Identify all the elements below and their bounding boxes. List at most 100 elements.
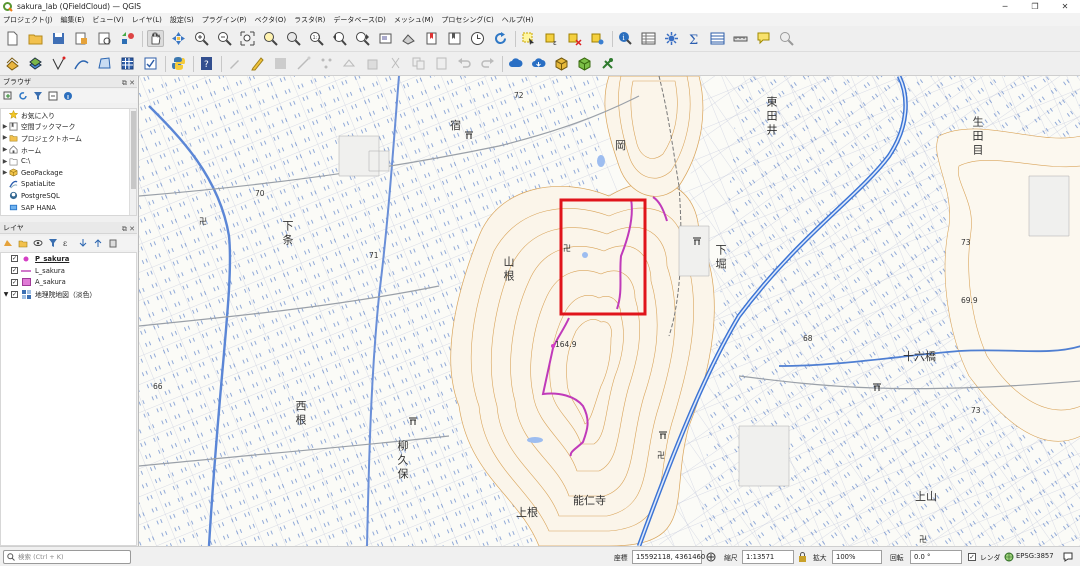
layer-item-gsi-pale-map[interactable]: ▼ ✓ 地理院地図（淡色） (1, 288, 136, 300)
style-manager-icon[interactable] (119, 30, 136, 47)
show-bookmarks-icon[interactable] (446, 30, 463, 47)
browser-refresh-icon[interactable] (18, 91, 28, 101)
toggle-extents-icon[interactable] (706, 552, 716, 562)
zoom-to-selection-icon[interactable] (262, 30, 279, 47)
zoom-native-icon[interactable]: 1:1 (308, 30, 325, 47)
close-button[interactable]: ✕ (1050, 0, 1080, 13)
toggle-editing-icon[interactable] (249, 55, 266, 72)
filter-icon[interactable] (33, 91, 43, 101)
menu-plugins[interactable]: プラグイン(P) (202, 15, 247, 25)
edits-icon[interactable] (226, 55, 243, 72)
new-bookmark-icon[interactable] (423, 30, 440, 47)
collapse-all-icon[interactable] (48, 91, 58, 101)
qfieldsync-cloud-icon[interactable] (507, 55, 524, 72)
paste-features-icon[interactable] (433, 55, 450, 72)
digitize-grid-icon[interactable] (119, 55, 136, 72)
pan-to-selection-icon[interactable] (170, 30, 187, 47)
collapse-all-icon[interactable] (93, 238, 103, 248)
locator-search-input[interactable]: 検索 (Ctrl + K) (3, 550, 131, 564)
browser-item-c-drive[interactable]: ▶ C:\ (1, 155, 136, 167)
zoom-next-icon[interactable] (354, 30, 371, 47)
digitize-polygon-icon[interactable] (96, 55, 113, 72)
zoom-in-icon[interactable] (193, 30, 210, 47)
add-layers-icon[interactable] (3, 91, 13, 101)
menu-view[interactable]: ビュー(V) (92, 15, 123, 25)
add-vector-layer-icon[interactable] (4, 55, 21, 72)
menu-edit[interactable]: 編集(E) (61, 15, 85, 25)
zoom-to-layer-icon[interactable] (285, 30, 302, 47)
zoom-last-icon[interactable] (331, 30, 348, 47)
render-checkbox[interactable]: ✓ (968, 553, 976, 561)
open-field-calculator-icon[interactable] (709, 30, 726, 47)
maximize-button[interactable]: ❐ (1020, 0, 1050, 13)
menu-raster[interactable]: ラスタ(R) (294, 15, 325, 25)
lock-scale-icon[interactable] (798, 552, 807, 562)
new-project-icon[interactable] (4, 30, 21, 47)
layout-manager-icon[interactable] (96, 30, 113, 47)
vertex-tool-icon[interactable] (318, 55, 335, 72)
new-3d-view-icon[interactable] (400, 30, 417, 47)
temporal-controller-icon[interactable] (469, 30, 486, 47)
open-project-icon[interactable] (27, 30, 44, 47)
browser-item-project-home[interactable]: ▶ プロジェクトホーム (1, 132, 136, 144)
move-feature-icon[interactable] (341, 55, 358, 72)
toolbox-icon[interactable] (663, 30, 680, 47)
rotation-field[interactable]: 0.0 ° (910, 550, 962, 564)
undo-icon[interactable] (456, 55, 473, 72)
expand-arrow-icon[interactable]: ▶ (1, 134, 9, 141)
pan-map-icon[interactable] (147, 30, 164, 47)
magnifier-field[interactable]: 100% (832, 550, 882, 564)
menu-help[interactable]: ヘルプ(H) (502, 15, 534, 25)
filter-legend-icon[interactable] (48, 238, 58, 248)
add-group-icon[interactable] (18, 238, 28, 248)
panel-float-close-buttons[interactable]: ⧉ ✕ (122, 77, 135, 89)
browser-item-spatial-bookmarks[interactable]: ▶ 空間ブックマーク (1, 121, 136, 133)
project-configuration-icon[interactable] (599, 55, 616, 72)
menu-mesh[interactable]: メッシュ(M) (394, 15, 434, 25)
qfieldsync-sync-icon[interactable] (530, 55, 547, 72)
browser-item-geopackage[interactable]: ▶ GeoPackage (1, 167, 136, 179)
properties-info-icon[interactable] (63, 91, 73, 101)
refresh-icon[interactable] (492, 30, 509, 47)
new-print-layout-icon[interactable] (73, 30, 90, 47)
panel-float-close-buttons[interactable]: ⧉ ✕ (122, 223, 135, 235)
digitize-check-icon[interactable] (142, 55, 159, 72)
delete-selected-icon[interactable] (364, 55, 381, 72)
open-layer-styling-icon[interactable] (3, 238, 13, 248)
select-features-icon[interactable] (520, 30, 537, 47)
layer-visibility-checkbox[interactable]: ✓ (11, 267, 18, 275)
layer-item-l-sakura[interactable]: ✓ L_sakura (1, 265, 136, 277)
select-by-value-icon[interactable]: ε (543, 30, 560, 47)
package-for-qfield-icon[interactable] (553, 55, 570, 72)
minimize-button[interactable]: ─ (990, 0, 1020, 13)
layer-item-p-sakura[interactable]: ✓ P_sakura (1, 253, 136, 265)
layer-visibility-checkbox[interactable]: ✓ (11, 255, 18, 263)
layer-visibility-checkbox[interactable]: ✓ (11, 278, 18, 286)
browser-item-home[interactable]: ▶ ホーム (1, 144, 136, 156)
browser-item-sap-hana[interactable]: SAP HANA (1, 202, 136, 214)
synchronize-qfield-icon[interactable] (576, 55, 593, 72)
help-icon[interactable]: ? (198, 55, 215, 72)
expand-arrow-icon[interactable]: ▶ (1, 146, 9, 153)
layer-item-a-sakura[interactable]: ✓ A_sakura (1, 277, 136, 289)
map-tips-icon[interactable] (755, 30, 772, 47)
menu-processing[interactable]: プロセシング(C) (441, 15, 493, 25)
copy-features-icon[interactable] (410, 55, 427, 72)
manage-visibility-icon[interactable] (33, 238, 43, 248)
remove-layer-icon[interactable] (108, 238, 118, 248)
add-raster-layer-icon[interactable] (27, 55, 44, 72)
cut-features-icon[interactable] (387, 55, 404, 72)
browser-scrollbar[interactable] (129, 109, 136, 215)
redo-icon[interactable] (479, 55, 496, 72)
locate-search-icon[interactable] (778, 30, 795, 47)
attribute-table-icon[interactable] (640, 30, 657, 47)
coordinate-field[interactable]: 15592118, 4361460 (632, 550, 705, 564)
menu-settings[interactable]: 設定(S) (170, 15, 194, 25)
measure-line-icon[interactable] (732, 30, 749, 47)
deselect-features-icon[interactable] (566, 30, 583, 47)
add-feature-icon[interactable] (295, 55, 312, 72)
crs-globe-icon[interactable] (1004, 552, 1014, 562)
browser-item-favorites[interactable]: お気に入り (1, 109, 136, 121)
zoom-full-icon[interactable] (239, 30, 256, 47)
save-edits-icon[interactable] (272, 55, 289, 72)
